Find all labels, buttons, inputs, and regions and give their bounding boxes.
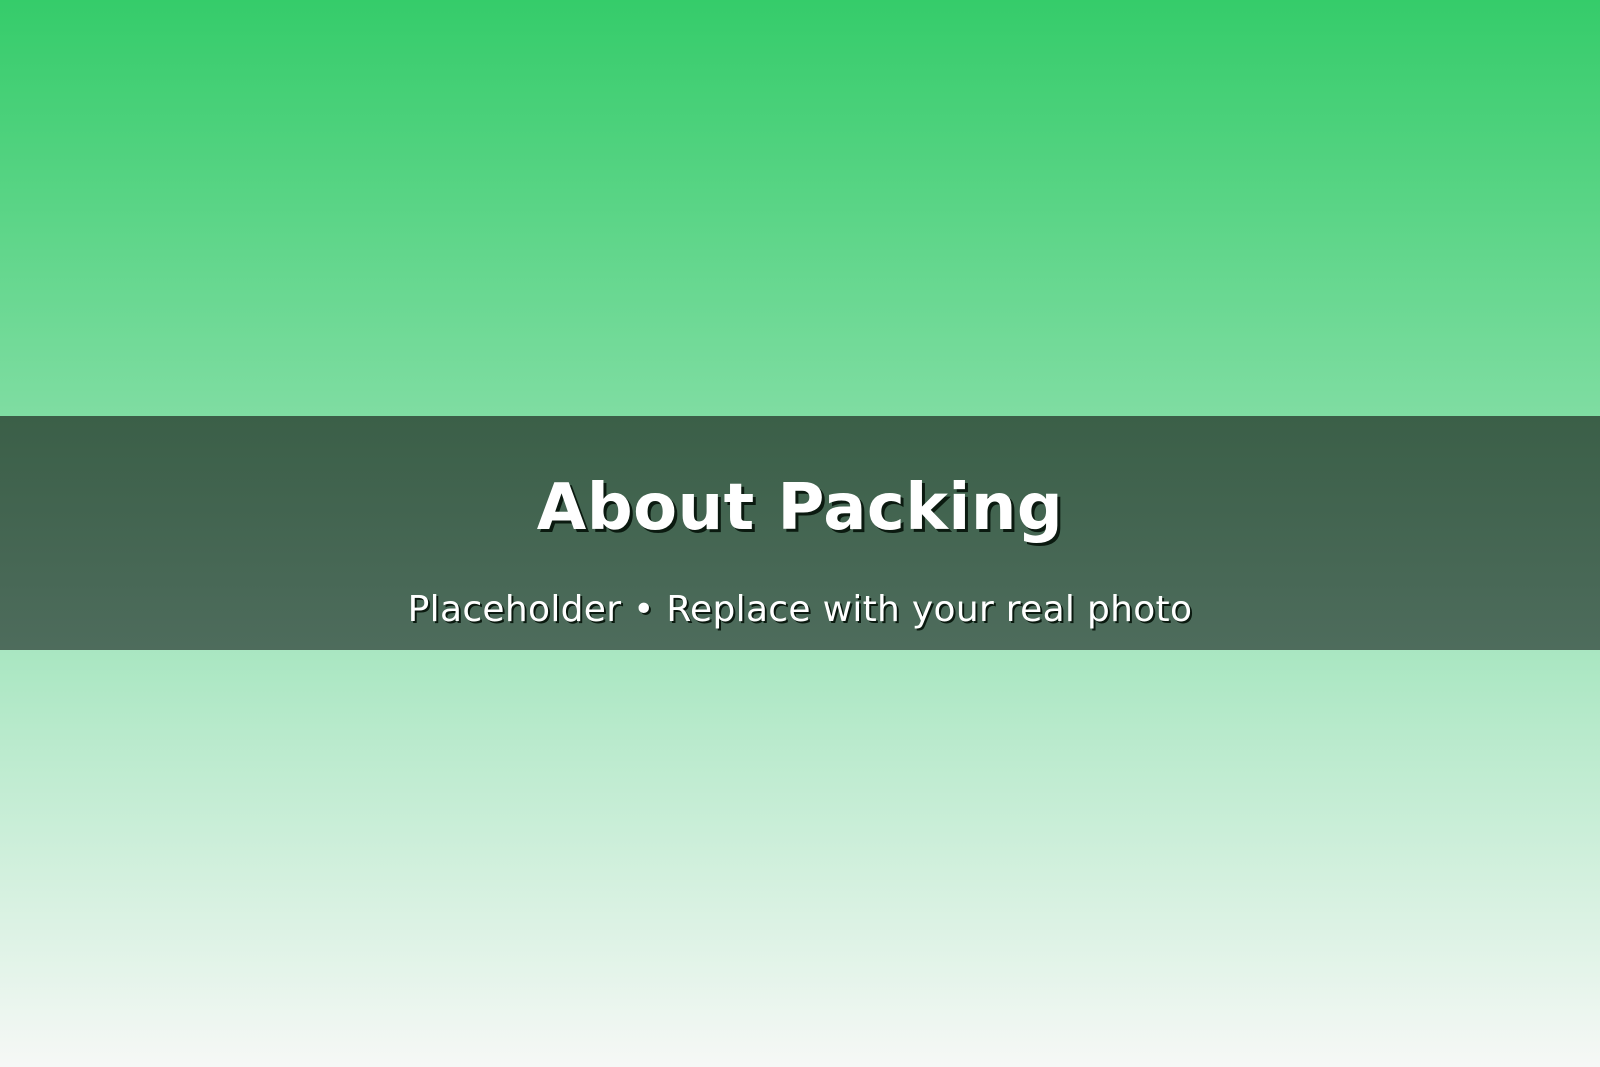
banner-title: About Packing xyxy=(536,471,1064,545)
banner-subtitle: Placeholder • Replace with your real pho… xyxy=(407,589,1193,630)
